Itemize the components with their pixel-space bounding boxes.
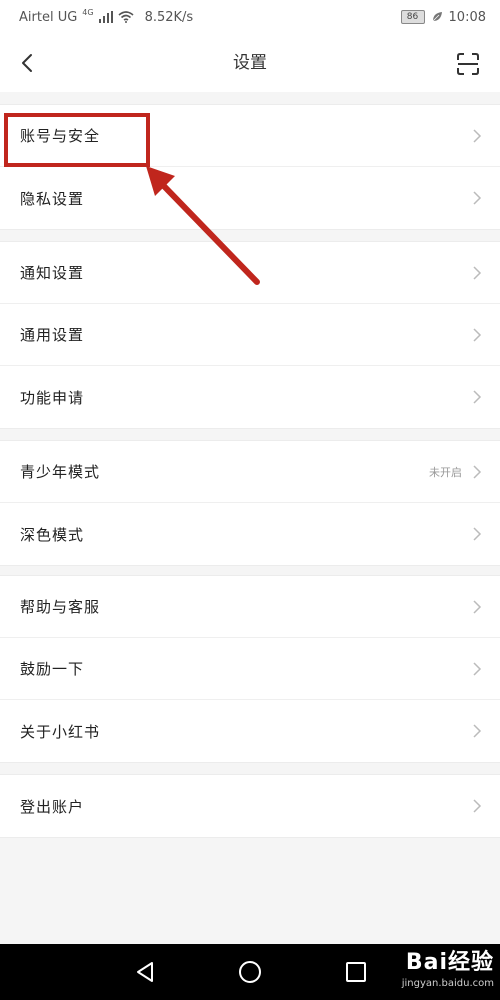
row-privacy-settings[interactable]: 隐私设置 [0,167,500,229]
row-rate-us[interactable]: 鼓励一下 [0,638,500,700]
row-label: 通知设置 [20,264,85,282]
settings-group-logout: 登出账户 [0,774,500,838]
status-left: Airtel UG 4G 8.52K/s [19,7,194,25]
leaf-icon [432,12,442,22]
row-label: 鼓励一下 [20,660,85,678]
row-label: 登出账户 [20,797,85,816]
settings-group-account: 账号与安全 隐私设置 [0,104,500,230]
network-type: 4G [82,7,94,17]
settings-screen: Airtel UG 4G 8.52K/s 86 10:08 设置 账号与安全 隐… [0,0,500,1000]
scan-icon [457,53,479,75]
carrier-name: Airtel UG [19,9,78,25]
row-dark-mode[interactable]: 深色模式 [0,503,500,565]
circle-home-icon [239,961,261,983]
header: 设置 [0,34,500,92]
square-recents-icon [346,962,366,982]
chevron-right-icon [473,191,482,205]
signal-icon [98,11,113,23]
row-label: 隐私设置 [20,189,85,208]
nav-recents-button[interactable] [342,958,370,986]
battery-icon: 86 [400,10,425,24]
watermark-brand: Bai经验 [405,950,494,975]
triangle-back-icon [137,962,153,982]
chevron-right-icon [473,265,482,280]
watermark-site: jingyan.baidu.com [401,978,494,989]
baidu-watermark: Bai经验 jingyan.baidu.com [402,948,494,990]
row-label: 功能申请 [20,388,85,407]
chevron-right-icon [473,128,482,143]
row-about[interactable]: 关于小红书 [0,700,500,762]
back-button[interactable] [12,48,42,78]
row-label: 通用设置 [20,326,85,344]
row-label: 深色模式 [20,525,85,544]
nav-back-button[interactable] [131,958,159,986]
row-label: 关于小红书 [20,722,101,741]
chevron-right-icon [473,724,482,738]
chevron-right-icon [473,327,482,342]
clock: 10:08 [448,9,486,25]
scan-button[interactable] [454,50,482,78]
network-speed: 8.52K/s [144,9,194,25]
chevron-right-icon [473,390,482,404]
chevron-right-icon [473,661,482,676]
chevron-left-icon [22,54,32,72]
chevron-right-icon [473,464,482,479]
teen-mode-status: 未开启 [429,465,462,479]
status-right: 86 10:08 [400,9,486,25]
settings-group-modes: 青少年模式 未开启 深色模式 [0,440,500,566]
row-general-settings[interactable]: 通用设置 [0,304,500,366]
chevron-right-icon [473,799,482,813]
chevron-right-icon [473,527,482,541]
wifi-icon [118,11,134,23]
settings-group-about: 帮助与客服 鼓励一下 关于小红书 [0,575,500,763]
row-label: 帮助与客服 [20,598,101,616]
system-nav-bar: Bai经验 jingyan.baidu.com [0,944,500,1000]
row-teen-mode[interactable]: 青少年模式 未开启 [0,441,500,503]
row-label: 青少年模式 [20,463,101,481]
nav-home-button[interactable] [236,958,264,986]
battery-level: 86 [406,12,419,22]
row-logout[interactable]: 登出账户 [0,775,500,837]
row-notification-settings[interactable]: 通知设置 [0,242,500,304]
page-title: 设置 [233,53,267,73]
status-bar: Airtel UG 4G 8.52K/s 86 10:08 [0,0,500,34]
row-feature-request[interactable]: 功能申请 [0,366,500,428]
row-label: 账号与安全 [20,127,101,145]
chevron-right-icon [473,599,482,614]
settings-group-general: 通知设置 通用设置 功能申请 [0,241,500,429]
row-account-security[interactable]: 账号与安全 [0,105,500,167]
row-help-support[interactable]: 帮助与客服 [0,576,500,638]
